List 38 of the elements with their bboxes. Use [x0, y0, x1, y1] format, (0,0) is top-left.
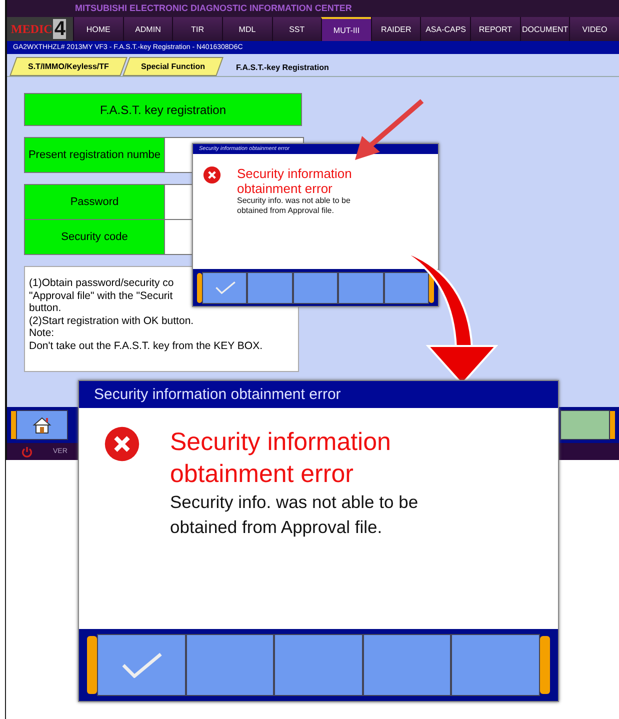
nav-tab[interactable]: MDL	[222, 17, 272, 41]
banner-text: MITSUBISHI ELECTRONIC DIAGNOSTIC INFORMATION CENTER	[75, 3, 352, 13]
nav-tab[interactable]: ASA-CAPS	[420, 17, 470, 41]
bar-end-cap	[87, 636, 97, 694]
home-icon	[32, 416, 52, 434]
error-icon	[203, 166, 221, 184]
nav-tab[interactable]: MUT-III	[321, 17, 371, 41]
bar-end-cap	[11, 411, 16, 439]
ok-button[interactable]	[97, 634, 186, 696]
error-message: Security info. was not able to be obtained from Approval file.	[170, 491, 420, 539]
toolbar-button[interactable]	[560, 410, 610, 440]
nav-tab[interactable]: DOCUMENT	[520, 17, 570, 41]
power-icon	[21, 446, 33, 458]
tab[interactable]: S.T/IMMO/Keyless/TF	[10, 57, 128, 76]
nav-tab[interactable]: HOME	[73, 17, 123, 41]
bar-end-cap	[197, 272, 202, 302]
nav-tab[interactable]: REPORT	[470, 17, 520, 41]
error-message: Security info. was not able to be obtained from Approval file.	[237, 196, 352, 216]
ok-button[interactable]	[202, 272, 248, 304]
tab[interactable]: Special Function	[122, 57, 224, 76]
error-heading: Security information obtainment error	[237, 166, 353, 196]
field-label: Security code	[25, 220, 165, 254]
dialog-title: Security information obtainment error	[79, 381, 558, 408]
field-label: Password	[25, 185, 165, 219]
checkmark-icon	[214, 280, 236, 294]
field-label: Present registration numbe	[25, 138, 165, 172]
registration-button[interactable]: F.A.S.T. key registration	[24, 93, 302, 126]
nav-tab[interactable]: ADMIN	[122, 17, 172, 41]
nav-tab[interactable]: SST	[272, 17, 322, 41]
logo: MEDIC 4	[7, 17, 73, 41]
bar-end-cap	[540, 636, 550, 694]
error-heading: Security information obtainment error	[170, 427, 392, 490]
nav-tab[interactable]: VIDEO	[569, 17, 619, 41]
error-icon	[104, 426, 140, 462]
bar-end-cap	[610, 411, 615, 439]
home-button[interactable]	[16, 410, 68, 440]
nav-tab[interactable]: TIR	[172, 17, 222, 41]
nav-tab[interactable]: RAIDER	[370, 17, 420, 41]
